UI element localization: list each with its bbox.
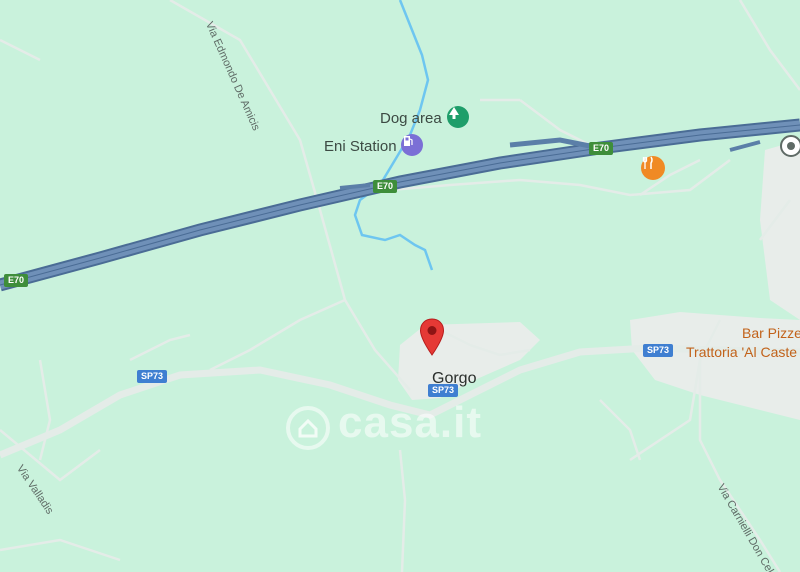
location-dot-icon[interactable] [780, 135, 800, 157]
fuel-icon[interactable] [401, 134, 423, 156]
river [353, 0, 434, 271]
map-canvas[interactable]: Dog area Eni Station E70 E70 E70 SP73 SP… [0, 0, 800, 572]
dog-area-label[interactable]: Dog area [380, 110, 442, 127]
e70-shield: E70 [373, 180, 398, 193]
minor-roads [0, 0, 800, 572]
tree-icon[interactable] [447, 106, 469, 128]
sp73-shield: SP73 [643, 344, 674, 357]
eni-station-label[interactable]: Eni Station [324, 138, 397, 155]
gorgo-label[interactable]: Gorgo [432, 370, 476, 388]
map-layer [0, 0, 800, 572]
house-icon [286, 406, 330, 450]
sp73-shield: SP73 [137, 370, 168, 383]
watermark-text: casa.it [338, 398, 482, 447]
map-pin-icon[interactable] [419, 318, 445, 356]
bar-pizze-label[interactable]: Bar Pizze [742, 325, 800, 341]
fork-knife-icon[interactable] [641, 156, 665, 180]
e70-shield: E70 [589, 142, 614, 155]
e70-shield: E70 [4, 274, 29, 287]
e70-highway [0, 118, 800, 292]
trattoria-label[interactable]: Trattoria 'Al Caste [686, 344, 797, 360]
